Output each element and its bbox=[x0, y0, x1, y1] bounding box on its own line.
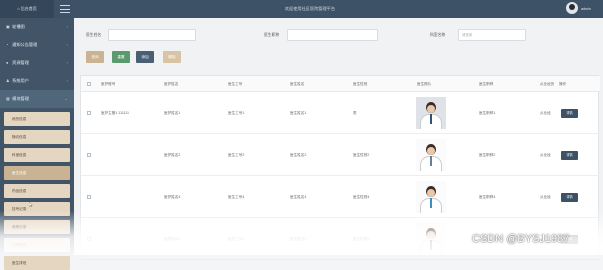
doctor-name-label: 医生姓名 bbox=[86, 33, 102, 37]
table-row[interactable]: 医护姓名2 医生工号2 医生姓名2 医生性别2 医生职称2 从业经 详情 bbox=[81, 134, 600, 176]
search-form: 医生姓名 医生职称 科室名称 请选择 bbox=[74, 28, 603, 42]
system-title: 欢迎使用社区医院管理平台 bbox=[284, 6, 336, 11]
doctor-photo bbox=[416, 139, 446, 171]
cell-account: 医护主管1 111111 bbox=[101, 111, 130, 115]
avatar[interactable] bbox=[566, 2, 578, 14]
menu-toggle-icon[interactable] bbox=[60, 4, 70, 14]
sidebar-item-users[interactable]: ♟ 系统用户 ‹ bbox=[0, 72, 74, 90]
mouse-cursor-icon bbox=[29, 202, 33, 207]
cell-name: 医护姓名2 bbox=[164, 153, 181, 157]
cell-doctor: 医生姓名1 bbox=[290, 111, 307, 115]
doctor-title-input[interactable] bbox=[287, 29, 378, 41]
dept-name-select[interactable]: 请选择 bbox=[458, 29, 526, 41]
submenu-item-doctors[interactable]: 医生信息 bbox=[4, 166, 70, 180]
col-title: 医生职称 bbox=[479, 82, 494, 86]
cell-title: 医生职称4 bbox=[479, 195, 496, 199]
user-icon: ♟ bbox=[6, 78, 10, 83]
col-exp: 从业经历 bbox=[540, 82, 555, 86]
sidebar-item-label: 模块管理 bbox=[12, 96, 29, 101]
submenu-item-followup[interactable]: 随访信息 bbox=[4, 130, 70, 144]
sidebar-item-notice[interactable]: ◔ 通知公告管理 ‹ bbox=[0, 36, 74, 54]
grid-icon: ▦ bbox=[6, 96, 10, 101]
table-header: 医护账号 医护姓名 医生工号 医生姓名 医生性别 医生照片 医生职称 从业经历 … bbox=[81, 76, 600, 92]
detail-button[interactable]: 详情 bbox=[561, 109, 578, 118]
top-bar: ⌂ 后台首页 欢迎使用社区医院管理平台 admin bbox=[0, 0, 603, 18]
delete-button[interactable]: 删除 bbox=[163, 51, 181, 63]
bell-icon: ◔ bbox=[6, 42, 9, 47]
col-action: 操作 bbox=[559, 82, 567, 86]
sidebar-item-label: 通知公告管理 bbox=[12, 42, 38, 47]
cell-gender: 医生性别2 bbox=[353, 153, 370, 157]
cell-doctor: 医生姓名2 bbox=[290, 153, 307, 157]
table-row[interactable]: 医护主管1 111111 医护姓名1 医生工号1 医生姓名1 男 医生职称1 从… bbox=[81, 92, 600, 134]
submenu-item-schedule[interactable]: 医生排班 bbox=[4, 256, 70, 270]
chevron-icon: ‹ bbox=[66, 78, 68, 83]
cell-gender: 男 bbox=[353, 111, 357, 115]
cell-exp: 从业经 bbox=[540, 195, 551, 199]
sidebar-item-resource[interactable]: ● 资源管理 ‹ bbox=[0, 54, 74, 72]
col-name: 医护姓名 bbox=[164, 82, 179, 86]
submenu-item-departments[interactable]: 科室信息 bbox=[4, 148, 70, 162]
chevron-down-icon: ⌄ bbox=[64, 96, 68, 101]
cell-title: 医生职称2 bbox=[479, 153, 496, 157]
row-checkbox[interactable] bbox=[87, 195, 91, 199]
col-doctor: 医生姓名 bbox=[290, 82, 305, 86]
chevron-icon: ‹ bbox=[66, 42, 68, 47]
submenu-item-drugs[interactable]: 药品信息 bbox=[4, 184, 70, 198]
doctor-photo bbox=[416, 97, 446, 129]
brand-label: 后台首页 bbox=[20, 6, 37, 11]
cell-doctor: 医生姓名4 bbox=[290, 195, 307, 199]
sidebar-item-carousel[interactable]: ▣ 轮播图 ‹ bbox=[0, 18, 74, 36]
watermark: CSDN @BYSJ1987 bbox=[472, 233, 570, 245]
doctor-name-input[interactable] bbox=[108, 29, 196, 41]
row-checkbox[interactable] bbox=[87, 153, 91, 157]
cell-name: 医护姓名4 bbox=[164, 195, 181, 199]
cell-no: 医生工号2 bbox=[228, 153, 245, 157]
select-all-checkbox[interactable] bbox=[87, 82, 91, 86]
cell-exp: 从业经 bbox=[540, 153, 551, 157]
sidebar-item-label: 轮播图 bbox=[12, 24, 25, 29]
cell-no: 医生工号4 bbox=[228, 195, 245, 199]
sidebar-item-label: 资源管理 bbox=[12, 60, 29, 65]
chevron-icon: ‹ bbox=[66, 60, 68, 65]
cell-no: 医生工号1 bbox=[228, 111, 245, 115]
search-button[interactable]: 查询 bbox=[86, 51, 104, 63]
submenu-item-records[interactable]: 病历信息 bbox=[4, 112, 70, 126]
chevron-icon: ‹ bbox=[66, 24, 68, 29]
col-gender: 医生性别 bbox=[353, 82, 368, 86]
image-icon: ▣ bbox=[6, 24, 10, 29]
dept-name-label: 科室名称 bbox=[430, 33, 446, 37]
row-checkbox[interactable] bbox=[87, 111, 91, 115]
detail-button[interactable]: 详情 bbox=[561, 151, 578, 160]
user-name[interactable]: admin bbox=[581, 0, 591, 18]
cell-exp: 从业经 bbox=[540, 111, 551, 115]
home-link[interactable]: ⌂ 后台首页 bbox=[0, 0, 54, 18]
detail-button[interactable]: 详情 bbox=[561, 193, 578, 202]
sidebar-item-modules[interactable]: ▦ 模块管理 ⌄ bbox=[0, 90, 74, 108]
add-button[interactable]: 添加 bbox=[136, 51, 154, 63]
pin-icon: ● bbox=[6, 60, 9, 65]
cell-gender: 医生性别4 bbox=[353, 195, 370, 199]
col-account: 医护账号 bbox=[101, 82, 116, 86]
col-no: 医生工号 bbox=[228, 82, 243, 86]
doctor-photo bbox=[416, 181, 446, 213]
sidebar-item-label: 系统用户 bbox=[12, 78, 29, 83]
reset-button[interactable]: 重置 bbox=[112, 51, 130, 63]
cell-title: 医生职称1 bbox=[479, 111, 496, 115]
col-photo: 医生照片 bbox=[417, 82, 432, 86]
doctor-title-label: 医生职称 bbox=[264, 33, 280, 37]
cell-name: 医护姓名1 bbox=[164, 111, 181, 115]
